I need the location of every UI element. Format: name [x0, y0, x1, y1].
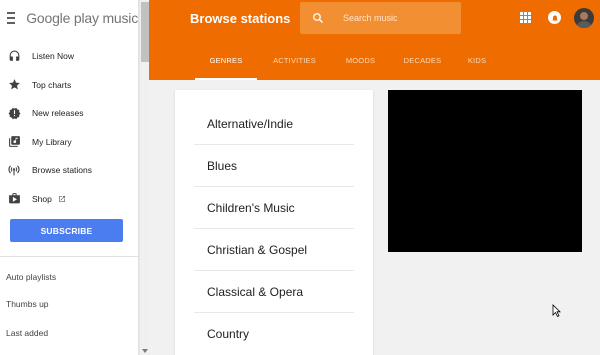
- playlist-item-last-added[interactable]: Last added: [6, 328, 48, 338]
- genre-item-alternative-indie[interactable]: Alternative/Indie: [194, 103, 354, 145]
- mouse-cursor-icon: [552, 304, 561, 322]
- apps-grid-icon[interactable]: [520, 12, 531, 23]
- page-title: Browse stations: [190, 11, 291, 26]
- genre-item-blues[interactable]: Blues: [194, 145, 354, 187]
- app-logo[interactable]: Google play music: [26, 10, 138, 26]
- sidebar-item-shop[interactable]: Shop: [0, 185, 138, 214]
- avatar[interactable]: [574, 8, 594, 28]
- new-releases-icon: [7, 106, 21, 120]
- tab-bar: GENRES ACTIVITIES MOODS DECADES KIDS: [195, 48, 498, 80]
- genre-item-classical-opera[interactable]: Classical & Opera: [194, 271, 354, 313]
- library-icon: [7, 135, 21, 149]
- scrollbar-thumb[interactable]: [141, 2, 149, 62]
- genre-item-christian-gospel[interactable]: Christian & Gospel: [194, 229, 354, 271]
- header: Browse stations Search music GENRES ACTI…: [149, 0, 600, 80]
- media-preview-panel: [388, 90, 582, 252]
- radio-icon: [7, 163, 21, 177]
- sidebar-item-label: New releases: [32, 108, 84, 119]
- shop-icon: [7, 192, 21, 206]
- sidebar-divider: [0, 256, 138, 257]
- headphones-icon: [7, 49, 21, 63]
- sidebar-item-new-releases[interactable]: New releases: [0, 99, 138, 128]
- genre-item-country[interactable]: Country: [194, 313, 354, 355]
- sidebar-scrollbar[interactable]: [139, 0, 149, 355]
- star-icon: [7, 78, 21, 92]
- sidebar-item-my-library[interactable]: My Library: [0, 128, 138, 157]
- sidebar-item-label: Listen Now: [32, 51, 75, 62]
- external-link-icon: [58, 195, 66, 203]
- sidebar-item-label: Shop: [32, 193, 52, 204]
- menu-icon[interactable]: [7, 12, 16, 24]
- sidebar-nav: Listen Now Top charts New releases My Li…: [0, 42, 138, 213]
- subscribe-button[interactable]: SUBSCRIBE: [10, 219, 123, 242]
- sidebar-item-browse-stations[interactable]: Browse stations: [0, 156, 138, 185]
- search-icon: [312, 11, 324, 29]
- tab-kids[interactable]: KIDS: [456, 48, 498, 80]
- genre-item-childrens-music[interactable]: Children's Music: [194, 187, 354, 229]
- playlist-item-thumbs-up[interactable]: Thumbs up: [6, 299, 49, 309]
- tab-genres[interactable]: GENRES: [195, 48, 257, 80]
- tab-moods[interactable]: MOODS: [332, 48, 389, 80]
- sidebar-item-top-charts[interactable]: Top charts: [0, 71, 138, 100]
- sidebar: Google play music Listen Now Top charts …: [0, 0, 139, 355]
- sidebar-item-label: My Library: [32, 136, 72, 147]
- search-input[interactable]: Search music: [343, 13, 398, 23]
- notifications-bell-icon[interactable]: [548, 11, 561, 24]
- sidebar-item-listen-now[interactable]: Listen Now: [0, 42, 138, 71]
- sidebar-item-label: Browse stations: [32, 165, 92, 176]
- scroll-down-arrow-icon[interactable]: [142, 349, 148, 353]
- tab-activities[interactable]: ACTIVITIES: [257, 48, 332, 80]
- tab-decades[interactable]: DECADES: [389, 48, 456, 80]
- sidebar-item-label: Top charts: [32, 79, 72, 90]
- logo-row: Google play music: [0, 0, 138, 36]
- genre-list: Alternative/Indie Blues Children's Music…: [175, 90, 373, 355]
- search-box[interactable]: Search music: [300, 2, 461, 34]
- playlist-item-auto-playlists[interactable]: Auto playlists: [6, 272, 56, 282]
